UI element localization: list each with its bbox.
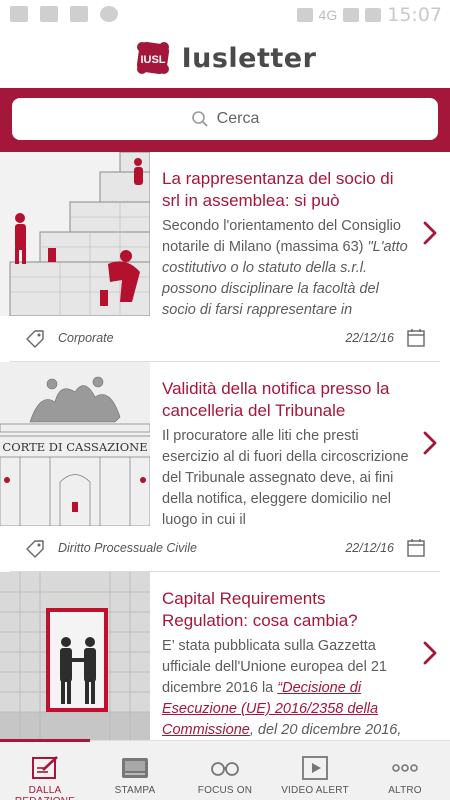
nav-label: STAMPA (114, 785, 156, 796)
notification-icons (10, 6, 118, 22)
chevron-right-icon[interactable] (422, 220, 438, 246)
mail-icon (70, 6, 88, 22)
nav-label: VIDEO ALERT (281, 785, 349, 796)
article-excerpt: E’ stata pubblicata sulla Gazzetta uffic… (162, 636, 414, 740)
article-title[interactable]: La rappresentanza del socio di srl in as… (162, 168, 412, 212)
handshake-doorway (0, 572, 150, 740)
article-date: 22/12/16 (345, 541, 394, 555)
article-image (0, 152, 150, 316)
article-date: 22/12/16 (345, 331, 394, 345)
glasses-icon (211, 762, 239, 776)
nav-focus-on[interactable]: FOCUS ON (180, 741, 270, 800)
nav-altro[interactable]: ALTRO (360, 741, 450, 800)
article-category: Diritto Processuale Civile (58, 541, 197, 555)
excerpt-tail: , del 20 dicembre 2016, (249, 722, 402, 738)
nav-stampa[interactable]: STAMPA (90, 741, 180, 800)
system-icons: 4G 15:07 (296, 4, 442, 26)
nav-label: FOCUS ON (197, 785, 253, 796)
article-image (0, 572, 150, 740)
article-card[interactable]: Capital Requirements Regulation: cosa ca… (0, 572, 450, 740)
play-icon (302, 756, 328, 780)
gallery-icon (10, 6, 28, 22)
more-dots-icon (392, 764, 418, 772)
article-category: Corporate (58, 331, 114, 345)
chevron-right-icon[interactable] (422, 640, 438, 666)
article-meta: Corporate 22/12/16 (0, 316, 450, 360)
article-meta: Diritto Processuale Civile 22/12/16 (0, 526, 450, 570)
article-title[interactable]: Capital Requirements Regulation: cosa ca… (162, 588, 412, 632)
signal-icon (343, 8, 360, 22)
search-band: Cerca (0, 88, 450, 152)
article-excerpt: Secondo l'orientamento del Consiglio not… (162, 216, 414, 321)
search-placeholder: Cerca (216, 110, 260, 127)
logo-text: IUSL (140, 54, 165, 66)
search-icon (191, 111, 208, 127)
excerpt-text: Secondo l'orientamento del Consiglio not… (162, 218, 401, 255)
chevron-right-icon[interactable] (422, 430, 438, 456)
nav-dalla-redazione[interactable]: DALLA REDAZIONE (0, 741, 90, 800)
app-title: Iusletter (181, 42, 317, 74)
article-excerpt: Il procuratore alle liti che presti eser… (162, 428, 409, 528)
clock: 15:07 (387, 4, 442, 26)
statue-steps-illustration (0, 152, 150, 316)
status-bar: 4G 15:07 (0, 0, 450, 28)
app-header: IUSL Iusletter (0, 28, 450, 88)
article-image: CORTE DI CASSAZIONE (0, 362, 150, 526)
sync-icon (100, 6, 118, 22)
download-icon (40, 6, 58, 22)
iusletter-logo-icon: IUSL (136, 41, 169, 75)
newspaper-pen-icon (32, 756, 58, 779)
search-input[interactable]: Cerca (12, 98, 438, 140)
tag-icon (26, 540, 44, 558)
corte-di-cassazione-sketch: CORTE DI CASSAZIONE (0, 362, 150, 526)
bottom-navigation: DALLA REDAZIONE STAMPA FOCUS ON VIDEO AL… (0, 739, 450, 800)
calendar-icon (407, 539, 425, 557)
article-card[interactable]: CORTE DI CASSAZIONE Validità della notif… (0, 362, 450, 572)
article-feed[interactable]: La rappresentanza del socio di srl in as… (0, 152, 450, 740)
article-card[interactable]: La rappresentanza del socio di srl in as… (0, 152, 450, 362)
tag-icon (26, 330, 44, 348)
nav-video-alert[interactable]: VIDEO ALERT (270, 741, 360, 800)
wifi-icon (296, 8, 313, 22)
signal-type: 4G (318, 7, 338, 23)
image-caption: CORTE DI CASSAZIONE (2, 440, 147, 454)
press-icon (122, 758, 148, 778)
nav-label: ALTRO (388, 785, 422, 796)
nav-label: DALLA REDAZIONE (15, 785, 75, 800)
article-title[interactable]: Validità della notifica presso la cancel… (162, 378, 412, 422)
battery-icon (365, 8, 382, 22)
calendar-icon (407, 329, 425, 347)
